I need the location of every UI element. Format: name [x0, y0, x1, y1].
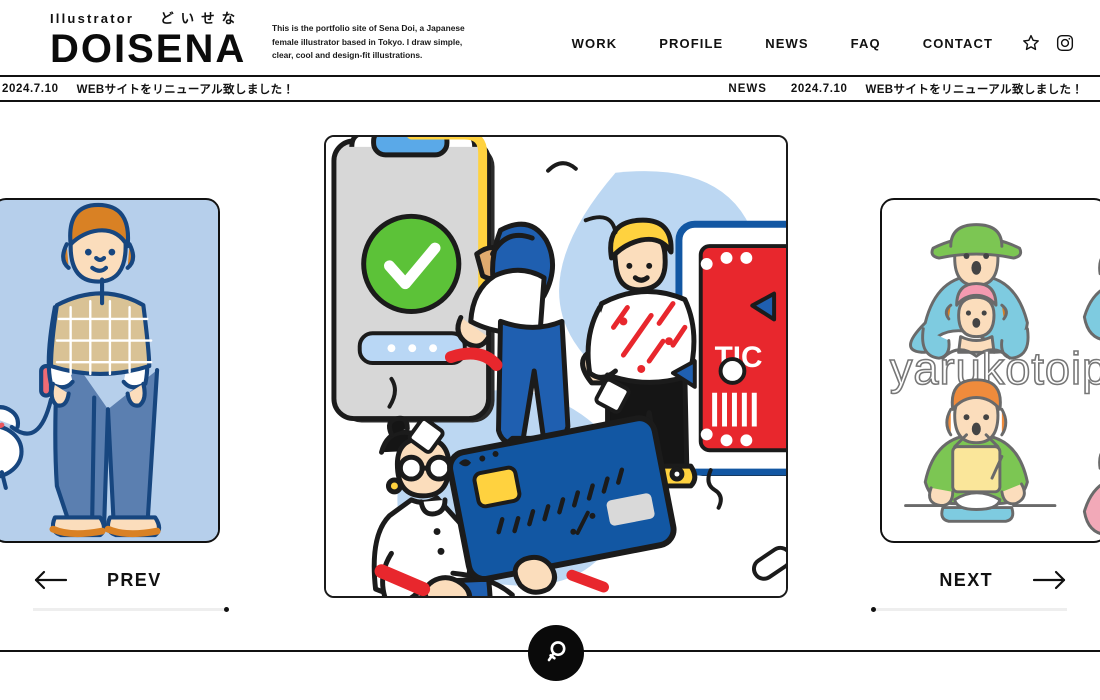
news-ticker[interactable]: 2024.7.10 WEBサイトをリニューアル致しました！ NEWS 2024.… — [0, 75, 1100, 102]
slider-prev-progress-dot — [224, 607, 229, 612]
slider-next-control[interactable]: NEXT — [871, 563, 1067, 612]
slider-prev-label: PREV — [107, 569, 162, 590]
search-button[interactable] — [528, 625, 584, 681]
slider-prev-row: PREV — [33, 563, 229, 597]
site-tagline: This is the portfolio site of Sena Doi, … — [272, 23, 465, 61]
mobile-payment-ticket-illustration: TIC — [326, 137, 786, 596]
ticker-text: WEBサイトをリニューアル致しました！ — [76, 83, 295, 96]
brand-kicker-en: Illustrator — [50, 11, 135, 26]
star-icon[interactable] — [1014, 30, 1048, 56]
nav-item-faq[interactable]: FAQ — [830, 32, 902, 55]
site-header: Illustrator どいせな DOISENA This is the por… — [0, 0, 1100, 75]
slider-next-row: NEXT — [871, 563, 1067, 597]
slider-next-progress-dot — [871, 607, 876, 612]
page-root: Illustrator どいせな DOISENA This is the por… — [0, 0, 1100, 700]
brand-logo[interactable]: Illustrator どいせな DOISENA — [50, 12, 246, 70]
instagram-icon[interactable] — [1048, 30, 1082, 56]
nav-item-contact[interactable]: CONTACT — [902, 32, 1014, 55]
news-ticker-track: 2024.7.10 WEBサイトをリニューアル致しました！ NEWS 2024.… — [0, 77, 1100, 100]
ticker-item[interactable]: 2024.7.10 WEBサイトをリニューアル致しました！ — [0, 77, 714, 100]
ticker-item[interactable]: NEWS 2024.7.10 WEBサイトをリニューアル致しました！ — [714, 77, 1100, 100]
nav-item-news[interactable]: NEWS — [744, 32, 829, 55]
brand-wordmark: DOISENA — [50, 26, 247, 71]
woman-walking-dog-illustration — [0, 201, 218, 540]
slide-next-card[interactable]: yarukotoip — [880, 198, 1100, 543]
yarukotoippai-illustration-set: yarukotoip — [882, 201, 1100, 540]
brand-kicker-jp: どいせな — [160, 11, 243, 26]
slider-prev-control[interactable]: PREV — [33, 563, 229, 612]
main-navigation: WORK PROFILE NEWS FAQ CONTACT — [551, 30, 1082, 56]
ticker-date: 2024.7.10 — [2, 82, 59, 95]
slider-next-label: NEXT — [939, 569, 993, 590]
slide-prev-card[interactable] — [0, 198, 220, 543]
nav-item-profile[interactable]: PROFILE — [638, 32, 744, 55]
work-slider: TIC yarukotoip PREV NEXT — [0, 104, 1100, 651]
nav-item-work[interactable]: WORK — [551, 32, 639, 55]
slider-next-progress[interactable] — [871, 607, 1067, 612]
magnifier-icon — [543, 639, 569, 668]
ticker-label: NEWS — [728, 82, 767, 95]
arrow-right-icon[interactable] — [1032, 570, 1067, 590]
arrow-left-icon[interactable] — [33, 570, 68, 590]
ticker-text: WEBサイトをリニューアル致しました！ — [865, 83, 1084, 96]
ticker-date: 2024.7.10 — [790, 82, 848, 95]
slide-current-hero[interactable]: TIC — [324, 135, 788, 598]
brand-kicker-row: Illustrator どいせな — [50, 12, 246, 26]
slider-prev-progress[interactable] — [33, 607, 229, 612]
